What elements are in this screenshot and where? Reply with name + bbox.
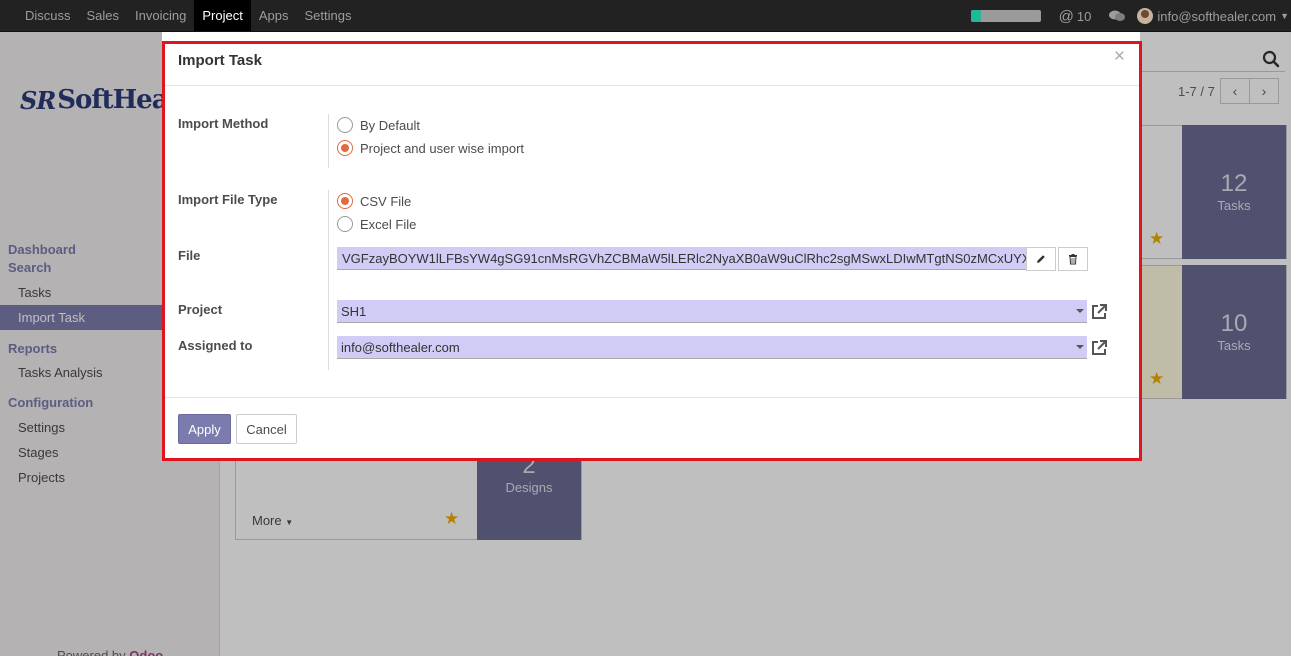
radio-label: By Default xyxy=(360,117,420,133)
clear-file-button[interactable] xyxy=(1058,247,1088,271)
app-menu: Discuss Sales Invoicing Project Apps Set… xyxy=(0,0,359,31)
radio-button[interactable] xyxy=(337,117,353,133)
close-icon[interactable]: × xyxy=(1114,46,1125,68)
nav-settings[interactable]: Settings xyxy=(296,0,359,31)
modal-title: Import Task xyxy=(178,52,262,69)
field-divider xyxy=(328,190,329,370)
radio-label: Excel File xyxy=(360,216,417,232)
radio-csv-file[interactable]: CSV File xyxy=(337,193,411,209)
at-icon: @ xyxy=(1058,7,1074,25)
import-task-dialog: Import Task × Import Method By Default P… xyxy=(162,41,1142,461)
import-method-label: Import Method xyxy=(178,116,269,131)
chat-icon[interactable] xyxy=(1109,10,1126,22)
user-email[interactable]: info@softhealer.com xyxy=(1157,9,1276,24)
radio-by-default[interactable]: By Default xyxy=(337,117,420,133)
radio-button[interactable] xyxy=(337,216,353,232)
radio-label: Project and user wise import xyxy=(360,140,525,156)
cancel-button[interactable]: Cancel xyxy=(236,414,297,444)
nav-sales[interactable]: Sales xyxy=(79,0,128,31)
caret-down-icon[interactable] xyxy=(1076,309,1084,313)
project-label: Project xyxy=(178,302,223,317)
nav-discuss[interactable]: Discuss xyxy=(0,0,79,31)
progress-fill xyxy=(970,10,982,22)
nav-project[interactable]: Project xyxy=(194,0,251,31)
radio-button[interactable] xyxy=(337,193,353,209)
assigned-to-select[interactable]: info@softhealer.com xyxy=(337,336,1087,359)
file-field[interactable]: VGFzayBOYW1lLFBsYW4gSG91cnMsRGVhZCBMaW5l… xyxy=(337,247,1026,270)
progress-bar[interactable] xyxy=(970,10,1041,22)
modal-footer: Apply Cancel xyxy=(165,397,1139,458)
assigned-to-label: Assigned to xyxy=(178,338,253,353)
file-label: File xyxy=(178,248,201,263)
systray: @ 10 info@softhealer.com ▼ xyxy=(970,0,1291,32)
project-value: SH1 xyxy=(341,304,367,319)
radio-label: CSV File xyxy=(360,193,412,209)
modal-header: Import Task × xyxy=(165,44,1139,86)
modal-top-edge xyxy=(162,32,1140,41)
mentions-button[interactable]: @ 10 xyxy=(1059,8,1092,25)
radio-excel-file[interactable]: Excel File xyxy=(337,216,416,232)
field-divider xyxy=(328,114,329,168)
radio-project-user-wise[interactable]: Project and user wise import xyxy=(337,140,524,156)
nav-apps[interactable]: Apps xyxy=(251,0,297,31)
apply-button[interactable]: Apply xyxy=(178,414,231,444)
top-navbar: Discuss Sales Invoicing Project Apps Set… xyxy=(0,0,1291,32)
assigned-to-value: info@softhealer.com xyxy=(341,340,460,355)
radio-button[interactable] xyxy=(337,140,353,156)
nav-invoicing[interactable]: Invoicing xyxy=(127,0,194,31)
edit-file-button[interactable] xyxy=(1026,247,1056,271)
external-link-icon[interactable] xyxy=(1089,338,1109,358)
chevron-down-icon[interactable]: ▼ xyxy=(1280,11,1289,21)
external-link-icon[interactable] xyxy=(1089,302,1109,322)
mentions-count: 10 xyxy=(1076,8,1092,24)
project-select[interactable]: SH1 xyxy=(337,300,1087,323)
file-type-label: Import File Type xyxy=(178,192,278,207)
pencil-icon xyxy=(1037,255,1045,263)
caret-down-icon[interactable] xyxy=(1076,345,1084,349)
trash-icon xyxy=(1069,254,1077,265)
avatar[interactable] xyxy=(1137,8,1154,24)
